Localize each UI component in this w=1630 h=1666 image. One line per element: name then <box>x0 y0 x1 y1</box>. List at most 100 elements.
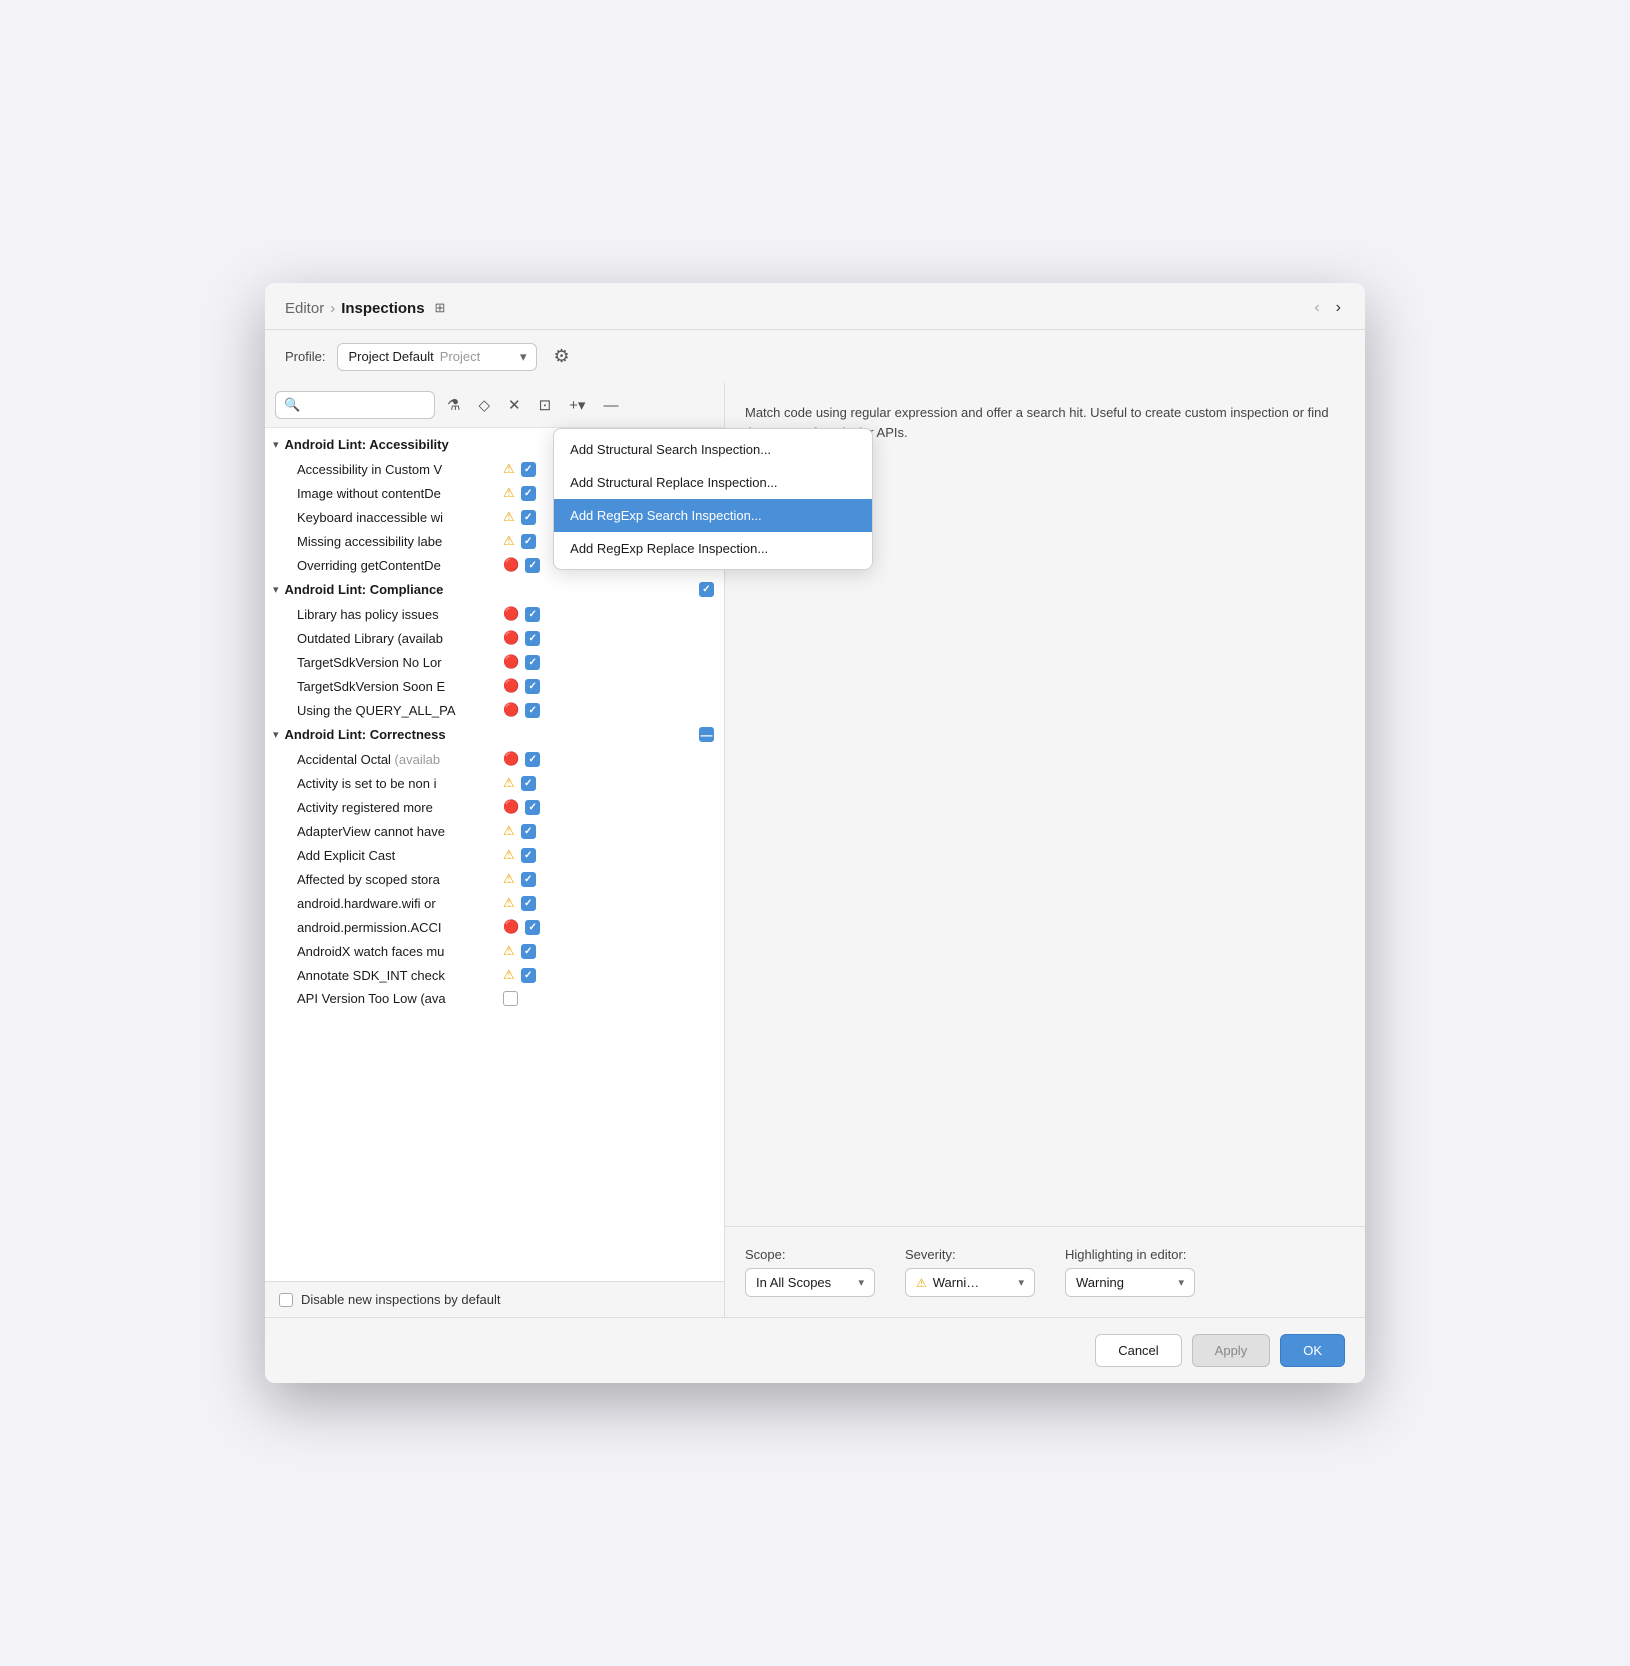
item-checkbox[interactable]: ✓ <box>525 752 540 767</box>
profile-name: Project Default <box>348 349 433 364</box>
profile-select[interactable]: Project Default Project ▾ <box>337 343 537 371</box>
tree-item[interactable]: AndroidX watch faces mu ⚠ ✓ <box>265 939 724 963</box>
scope-arrow: ▾ <box>858 1276 864 1289</box>
tree-item[interactable]: Accidental Octal (availab 🔴 ✓ <box>265 747 724 771</box>
item-label: Accessibility in Custom V <box>297 462 497 477</box>
item-checkbox[interactable]: ✓ <box>521 462 536 477</box>
item-checkbox[interactable]: ✓ <box>525 558 540 573</box>
item-checkbox[interactable]: ✓ <box>521 486 536 501</box>
item-label: Add Explicit Cast <box>297 848 497 863</box>
add-regexp-search-item[interactable]: Add RegExp Search Inspection... <box>554 499 872 532</box>
highlight-group: Highlighting in editor: Warning ▾ <box>1065 1247 1195 1297</box>
frame-button[interactable]: ⊡ <box>533 392 558 418</box>
apply-button[interactable]: Apply <box>1192 1334 1271 1367</box>
remove-button[interactable]: — <box>597 393 624 418</box>
item-checkbox[interactable]: ✓ <box>525 607 540 622</box>
warn-icon: ⚠ <box>503 485 515 501</box>
item-checkbox[interactable]: ✓ <box>521 944 536 959</box>
ok-button[interactable]: OK <box>1280 1334 1345 1367</box>
left-panel: 🔍 ⚗ ◇ ✕ ⊡ +▾ Add Structural Search Inspe… <box>265 383 725 1317</box>
warn-icon: ⚠ <box>503 943 515 959</box>
scope-value: In All Scopes <box>756 1275 831 1290</box>
tree-item[interactable]: android.hardware.wifi or ⚠ ✓ <box>265 891 724 915</box>
scope-group: Scope: In All Scopes ▾ <box>745 1247 875 1297</box>
profile-label: Profile: <box>285 349 325 364</box>
item-label: android.hardware.wifi or <box>297 896 497 911</box>
add-regexp-replace-item[interactable]: Add RegExp Replace Inspection... <box>554 532 872 565</box>
cancel-button[interactable]: Cancel <box>1095 1334 1181 1367</box>
back-button[interactable]: ‹ <box>1310 297 1323 319</box>
toggle-compliance: ▾ <box>273 583 279 596</box>
item-checkbox[interactable]: ✓ <box>525 920 540 935</box>
gear-button[interactable]: ⚙ <box>549 342 573 371</box>
item-checkbox[interactable]: ✓ <box>525 631 540 646</box>
scope-select[interactable]: In All Scopes ▾ <box>745 1268 875 1297</box>
item-checkbox[interactable]: ✓ <box>521 968 536 983</box>
item-label: TargetSdkVersion Soon E <box>297 679 497 694</box>
tree-item[interactable]: Affected by scoped stora ⚠ ✓ <box>265 867 724 891</box>
item-checkbox[interactable]: ✓ <box>525 800 540 815</box>
collapse-button[interactable]: ✕ <box>502 392 527 418</box>
breadcrumb-bar: Editor › Inspections ⊞ ‹ › <box>265 283 1365 330</box>
item-label: AndroidX watch faces mu <box>297 944 497 959</box>
tree-item[interactable]: Activity is set to be non i ⚠ ✓ <box>265 771 724 795</box>
item-checkbox[interactable]: ✓ <box>521 824 536 839</box>
item-checkbox[interactable]: ✓ <box>521 896 536 911</box>
profile-type: Project <box>440 349 480 364</box>
search-input[interactable] <box>304 398 426 413</box>
add-structural-search-item[interactable]: Add Structural Search Inspection... <box>554 433 872 466</box>
bottom-bar: Disable new inspections by default <box>265 1281 724 1317</box>
tree-item[interactable]: AdapterView cannot have ⚠ ✓ <box>265 819 724 843</box>
expand-button[interactable]: ◇ <box>472 392 496 418</box>
main-content: 🔍 ⚗ ◇ ✕ ⊡ +▾ Add Structural Search Inspe… <box>265 383 1365 1317</box>
item-label: Outdated Library (availab <box>297 631 497 646</box>
severity-label: Severity: <box>905 1247 1035 1262</box>
tree-item[interactable]: Library has policy issues 🔴 ✓ <box>265 602 724 626</box>
checkbox-correctness[interactable]: — <box>699 727 714 742</box>
tree-item[interactable]: Using the QUERY_ALL_PA 🔴 ✓ <box>265 698 724 722</box>
add-button[interactable]: +▾ <box>563 392 591 418</box>
item-checkbox[interactable]: ✓ <box>521 510 536 525</box>
item-checkbox[interactable] <box>503 991 518 1006</box>
severity-group: Severity: ⚠ Warni… ▾ <box>905 1247 1035 1297</box>
severity-value: Warni… <box>933 1275 979 1290</box>
warn-icon: ⚠ <box>503 895 515 911</box>
warn-icon: ⚠ <box>503 461 515 477</box>
item-checkbox[interactable]: ✓ <box>521 848 536 863</box>
item-checkbox[interactable]: ✓ <box>525 655 540 670</box>
disable-inspections-checkbox[interactable] <box>279 1293 293 1307</box>
add-structural-replace-item[interactable]: Add Structural Replace Inspection... <box>554 466 872 499</box>
severity-select[interactable]: ⚠ Warni… ▾ <box>905 1268 1035 1297</box>
forward-button[interactable]: › <box>1332 297 1345 319</box>
tree-item[interactable]: API Version Too Low (ava <box>265 987 724 1010</box>
group-compliance[interactable]: ▾ Android Lint: Compliance ✓ <box>265 577 724 602</box>
item-checkbox[interactable]: ✓ <box>525 703 540 718</box>
tree-item[interactable]: Outdated Library (availab 🔴 ✓ <box>265 626 724 650</box>
item-checkbox[interactable]: ✓ <box>521 872 536 887</box>
tree-item[interactable]: android.permission.ACCI 🔴 ✓ <box>265 915 724 939</box>
checkbox-compliance[interactable]: ✓ <box>699 582 714 597</box>
action-bar: Cancel Apply OK <box>265 1317 1365 1383</box>
highlight-select[interactable]: Warning ▾ <box>1065 1268 1195 1297</box>
item-checkbox[interactable]: ✓ <box>525 679 540 694</box>
error-icon: 🔴 <box>503 606 519 622</box>
error-icon: 🔴 <box>503 799 519 815</box>
search-box[interactable]: 🔍 <box>275 391 435 419</box>
tree-item[interactable]: Activity registered more 🔴 ✓ <box>265 795 724 819</box>
toolbar: 🔍 ⚗ ◇ ✕ ⊡ +▾ Add Structural Search Inspe… <box>265 383 724 428</box>
toggle-correctness: ▾ <box>273 728 279 741</box>
item-label: TargetSdkVersion No Lor <box>297 655 497 670</box>
tree-item[interactable]: TargetSdkVersion Soon E 🔴 ✓ <box>265 674 724 698</box>
item-label: Annotate SDK_INT check <box>297 968 497 983</box>
search-icon: 🔍 <box>284 397 300 413</box>
item-checkbox[interactable]: ✓ <box>521 534 536 549</box>
tree-item[interactable]: TargetSdkVersion No Lor 🔴 ✓ <box>265 650 724 674</box>
group-correctness[interactable]: ▾ Android Lint: Correctness — <box>265 722 724 747</box>
tree-item[interactable]: Annotate SDK_INT check ⚠ ✓ <box>265 963 724 987</box>
item-checkbox[interactable]: ✓ <box>521 776 536 791</box>
warn-icon: ⚠ <box>503 823 515 839</box>
filter-button[interactable]: ⚗ <box>441 392 466 418</box>
toggle-accessibility: ▾ <box>273 438 279 451</box>
warn-icon: ⚠ <box>503 509 515 525</box>
tree-item[interactable]: Add Explicit Cast ⚠ ✓ <box>265 843 724 867</box>
